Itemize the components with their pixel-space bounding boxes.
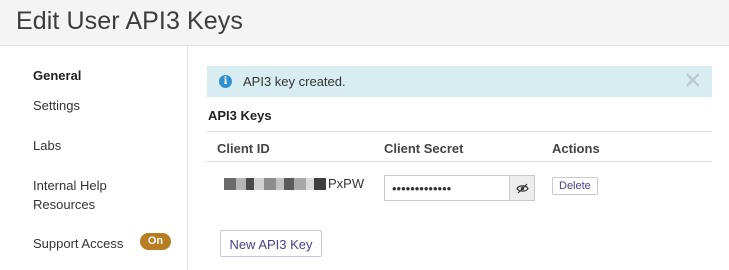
section-title: API3 Keys — [208, 108, 272, 123]
success-alert: i API3 key created. ✕ — [207, 66, 712, 97]
sidebar-item-labs[interactable]: Labs — [33, 136, 61, 155]
client-id-redacted — [224, 178, 326, 190]
column-header-client-secret: Client Secret — [384, 141, 464, 156]
sidebar-item-support-access[interactable]: Support Access — [33, 234, 123, 253]
sidebar-item-internal-help-resources[interactable]: Internal Help Resources — [33, 176, 143, 214]
delete-key-button[interactable]: Delete — [552, 177, 598, 195]
sidebar-item-general[interactable]: General — [33, 66, 81, 85]
client-secret-field[interactable] — [384, 175, 509, 201]
column-header-client-id: Client ID — [217, 141, 270, 156]
toggle-secret-visibility-button[interactable] — [509, 175, 535, 201]
sidebar-item-settings[interactable]: Settings — [33, 96, 80, 115]
info-icon: i — [219, 75, 232, 88]
client-id-value: PxPW — [328, 176, 365, 191]
table-divider — [207, 161, 712, 162]
support-access-status-badge[interactable]: On — [140, 233, 171, 250]
alert-message: API3 key created. — [243, 74, 346, 89]
column-header-actions: Actions — [552, 141, 600, 156]
page-title: Edit User API3 Keys — [16, 7, 243, 35]
eye-slash-icon — [516, 183, 529, 194]
new-api3-key-button[interactable]: New API3 Key — [220, 230, 322, 257]
table-divider — [207, 131, 712, 132]
page-header: Edit User API3 Keys — [0, 0, 729, 46]
close-icon[interactable]: ✕ — [684, 68, 702, 94]
